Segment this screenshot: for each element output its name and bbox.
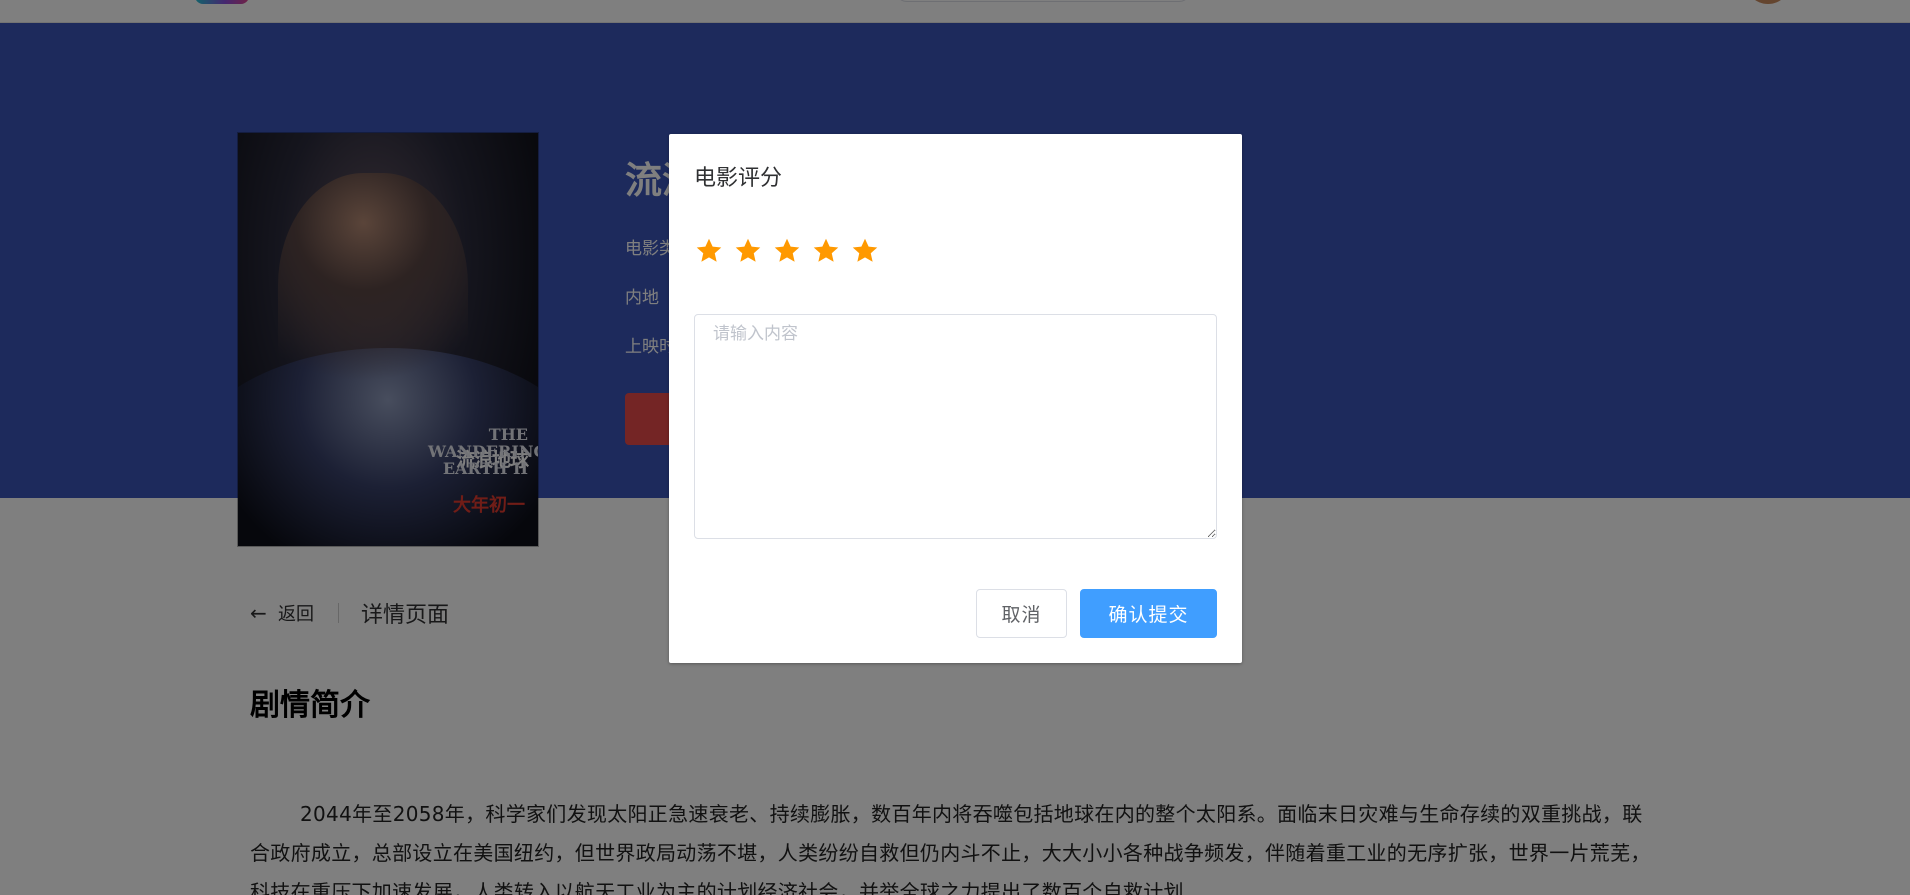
dialog-title: 电影评分 [694,166,783,191]
cancel-button[interactable]: 取消 [976,589,1067,638]
star-rating[interactable] [694,236,889,266]
review-textarea[interactable] [694,314,1217,539]
star-icon[interactable] [850,236,888,266]
star-icon[interactable] [694,236,732,266]
star-icon[interactable] [811,236,849,266]
rating-dialog: 电影评分 取消 确认提交 [669,134,1242,663]
star-icon[interactable] [772,236,810,266]
star-icon[interactable] [733,236,771,266]
confirm-submit-button[interactable]: 确认提交 [1080,589,1217,638]
review-textarea-wrap [694,314,1217,539]
